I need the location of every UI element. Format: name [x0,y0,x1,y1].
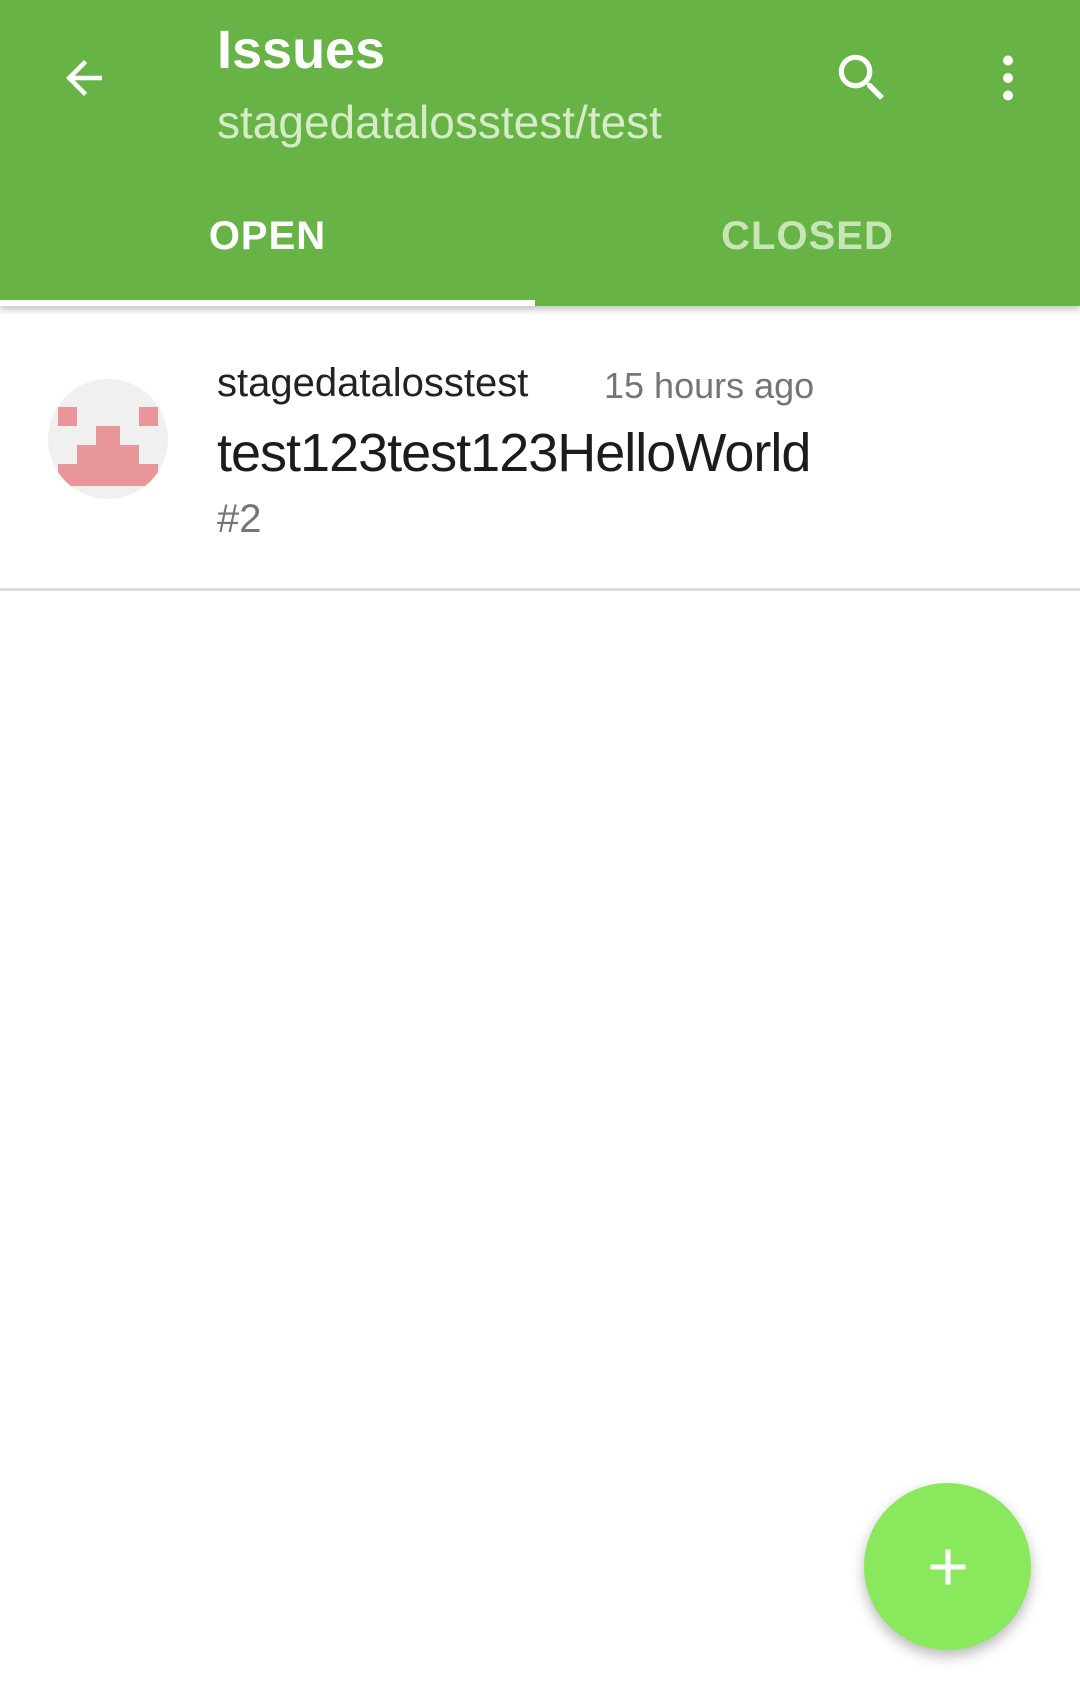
issue-author: stagedatalosstest [217,361,529,405]
new-issue-button[interactable] [864,1483,1031,1650]
app-bar: Issues stagedatalosstest/test OPEN CLOSE… [0,0,1080,306]
identicon-avatar [48,379,168,499]
issues-screen: Issues stagedatalosstest/test OPEN CLOSE… [0,0,1080,1699]
tab-bar: OPEN CLOSED [0,178,1080,306]
more-options-button[interactable] [968,38,1048,118]
tab-open[interactable]: OPEN [0,178,535,306]
tab-closed[interactable]: CLOSED [535,178,1080,306]
search-icon [838,54,884,100]
issue-number: #2 [217,497,262,541]
tab-indicator [0,300,535,306]
search-button[interactable] [822,38,902,118]
list-divider [0,588,1080,591]
repo-subtitle: stagedatalosstest/test [217,96,662,148]
issue-list-item[interactable]: stagedatalosstest 15 hours ago test123te… [0,306,1080,590]
page-title: Issues [217,20,386,80]
issue-time: 15 hours ago [604,365,815,406]
back-button[interactable] [44,38,124,118]
issue-title: test123test123HelloWorld [217,423,811,483]
arrow-back-icon [66,60,102,96]
more-vert-icon [1003,55,1013,101]
plus-icon [930,1549,965,1584]
